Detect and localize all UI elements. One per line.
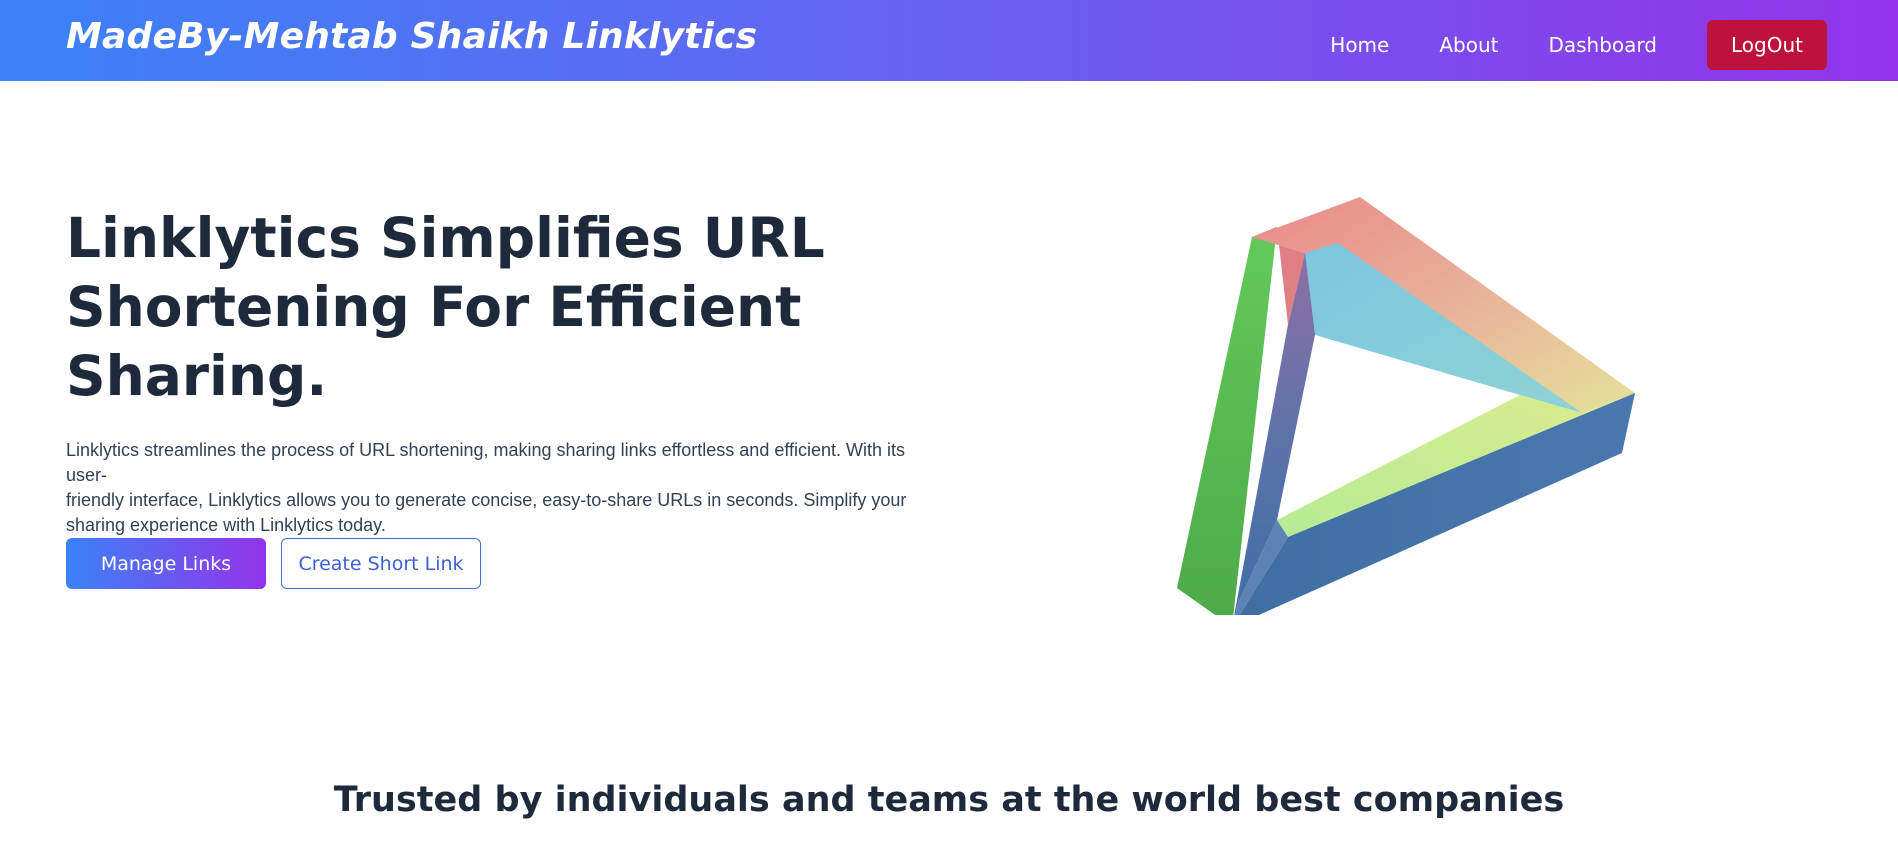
hero-description-line: friendly interface, Linklytics allows yo… [66,490,907,510]
hero-description: Linklytics streamlines the process of UR… [66,438,926,538]
hero-description-line: Linklytics streamlines the process of UR… [66,440,906,485]
brand-logo-text[interactable]: MadeBy-Mehtab Shaikh Linklytics [66,16,757,57]
nav-about-link[interactable]: About [1439,33,1498,57]
hero-button-row: Manage Links Create Short Link [66,538,481,589]
hero-title: Linklytics Simplifies URL Shortening For… [66,204,826,411]
manage-links-button[interactable]: Manage Links [66,538,266,589]
top-navbar: MadeBy-Mehtab Shaikh Linklytics Home Abo… [0,0,1898,81]
create-short-link-button[interactable]: Create Short Link [281,538,481,589]
trusted-by-heading: Trusted by individuals and teams at the … [333,780,1565,820]
impossible-triangle-illustration [1160,185,1660,627]
logout-button[interactable]: LogOut [1707,20,1827,70]
hero-title-line: Shortening For Efficient [66,275,802,339]
hero-title-line: Sharing. [66,344,328,408]
nav-home-link[interactable]: Home [1330,33,1389,57]
nav-links: Home About Dashboard LogOut [1330,20,1827,70]
hero-title-line: Linklytics Simplifies URL [66,206,825,270]
nav-dashboard-link[interactable]: Dashboard [1548,33,1657,57]
impossible-triangle-icon [1177,197,1635,627]
hero-description-line: sharing experience with Linklytics today… [66,515,386,535]
